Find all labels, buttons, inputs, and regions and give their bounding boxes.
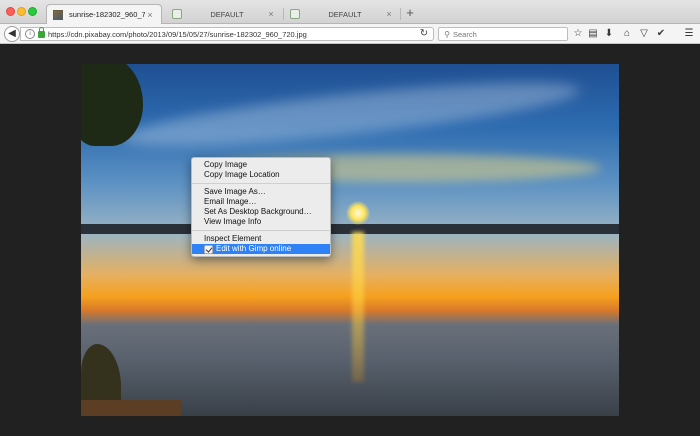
- hamburger-menu-icon[interactable]: ☰: [683, 28, 695, 40]
- search-bar[interactable]: ⚲: [438, 27, 568, 41]
- reading-list-icon[interactable]: ▤: [587, 28, 599, 40]
- window-close-button[interactable]: [6, 7, 15, 16]
- tab-title: DEFAULT: [210, 9, 244, 19]
- photo-dock: [81, 400, 181, 416]
- image-thumbnail-icon: [53, 9, 63, 20]
- menu-item-set-desktop-background[interactable]: Set As Desktop Background…: [192, 207, 330, 217]
- tab-title: sunrise-182302_960_720.jp: [69, 10, 145, 19]
- gimp-checkmark-icon: [204, 244, 213, 254]
- tab-close-icon[interactable]: ×: [266, 9, 276, 19]
- menu-item-inspect-element[interactable]: Inspect Element: [192, 234, 330, 244]
- sunrise-photo[interactable]: [81, 64, 619, 416]
- tab-close-icon[interactable]: ×: [384, 9, 394, 19]
- menu-separator: [192, 230, 330, 231]
- gimp-online-icon: [290, 9, 300, 19]
- tab-close-icon[interactable]: ×: [145, 10, 155, 20]
- site-info-icon[interactable]: i: [25, 29, 35, 39]
- tab-title: DEFAULT: [328, 9, 362, 19]
- menu-separator: [192, 183, 330, 184]
- reload-icon: ↻: [419, 28, 429, 39]
- reload-button[interactable]: ↻: [418, 28, 430, 40]
- photo-horizon: [81, 224, 619, 234]
- menu-item-view-image-info[interactable]: View Image Info: [192, 217, 330, 227]
- menu-item-copy-image[interactable]: Copy Image: [192, 160, 330, 170]
- extension-icon[interactable]: ✔: [655, 28, 667, 40]
- window-maximize-button[interactable]: [28, 7, 37, 16]
- context-menu: Copy Image Copy Image Location Save Imag…: [191, 157, 331, 257]
- back-button[interactable]: ◀: [4, 26, 20, 42]
- page-content: [0, 45, 700, 436]
- tab-sunrise-image[interactable]: sunrise-182302_960_720.jp ×: [46, 4, 162, 24]
- pocket-icon[interactable]: ▽: [638, 28, 650, 40]
- back-arrow-icon: ◀: [8, 28, 16, 39]
- tab-default-2[interactable]: DEFAULT ×: [284, 4, 400, 24]
- download-icon[interactable]: ⬇: [603, 28, 615, 40]
- lock-icon: [38, 26, 45, 38]
- photo-cloud: [120, 70, 582, 158]
- tab-default-1[interactable]: DEFAULT ×: [166, 4, 282, 24]
- url-text[interactable]: https://cdn.pixabay.com/photo/2013/09/15…: [48, 30, 433, 39]
- search-input[interactable]: [453, 29, 563, 39]
- new-tab-button[interactable]: +: [402, 5, 418, 21]
- menu-item-email-image[interactable]: Email Image…: [192, 197, 330, 207]
- star-icon[interactable]: ☆: [572, 28, 584, 40]
- menu-item-save-image-as[interactable]: Save Image As…: [192, 187, 330, 197]
- tab-strip: sunrise-182302_960_720.jp × DEFAULT × DE…: [0, 0, 700, 24]
- menu-item-label: Edit with Gimp online: [216, 244, 292, 253]
- navigation-bar: ◀ i https://cdn.pixabay.com/photo/2013/0…: [0, 24, 700, 44]
- photo-sun: [346, 201, 370, 225]
- menu-item-edit-with-gimp[interactable]: Edit with Gimp online: [192, 244, 330, 254]
- url-bar[interactable]: i https://cdn.pixabay.com/photo/2013/09/…: [20, 26, 434, 41]
- home-icon[interactable]: ⌂: [621, 28, 633, 40]
- window-minimize-button[interactable]: [17, 7, 26, 16]
- menu-item-copy-image-location[interactable]: Copy Image Location: [192, 170, 330, 180]
- search-icon: ⚲: [444, 29, 450, 39]
- tab-separator: [400, 8, 401, 20]
- photo-sun-reflection: [352, 232, 364, 382]
- gimp-online-icon: [172, 9, 182, 19]
